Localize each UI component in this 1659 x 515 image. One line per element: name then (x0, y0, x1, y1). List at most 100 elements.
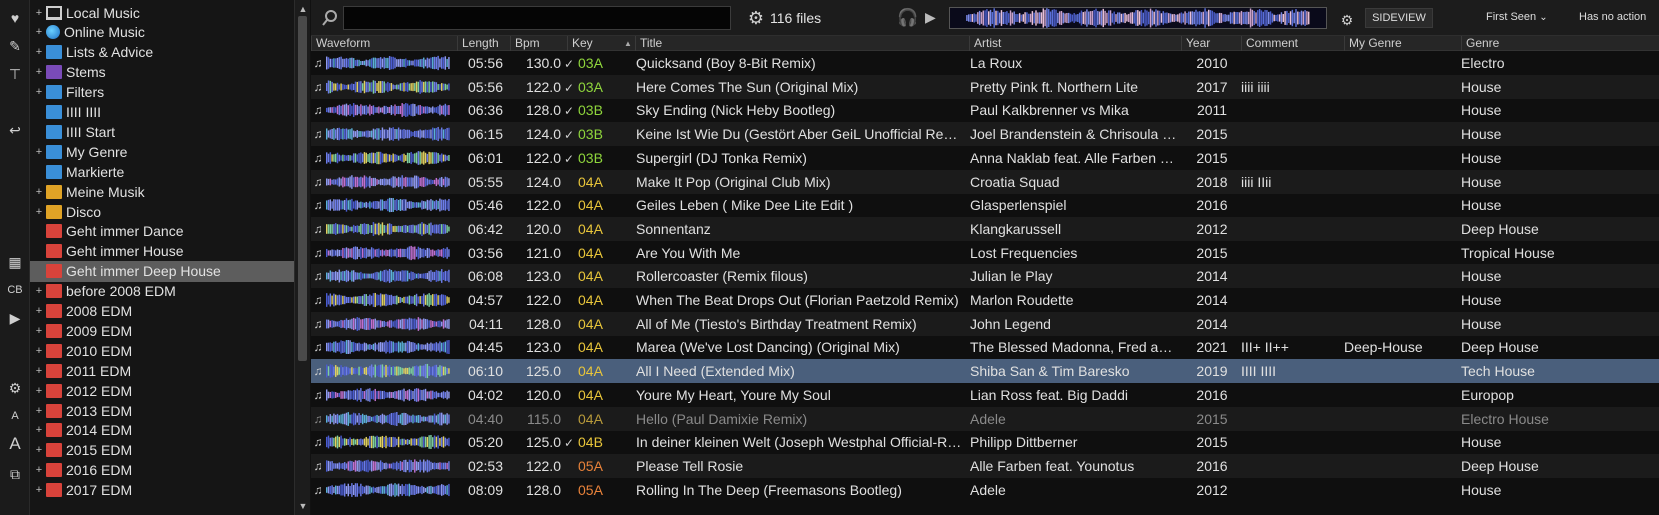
expand-icon[interactable]: + (34, 86, 44, 98)
tree-item[interactable]: + before 2008 EDM (30, 281, 294, 302)
prelisten-settings-icon[interactable]: ⚙ (1338, 11, 1356, 29)
tree-item[interactable]: +2010 EDM (30, 340, 294, 361)
expand-icon[interactable]: + (34, 146, 44, 158)
tree-item[interactable]: + Disco (30, 201, 294, 222)
tree-item[interactable]: Geht immer Dance (30, 221, 294, 242)
tree-item[interactable]: +2014 EDM (30, 420, 294, 441)
track-row[interactable]: ♫ 05:20 125.0 ✓ 04B In deiner kleinen Welt (J… (311, 430, 1659, 454)
track-row[interactable]: ♫ 04:57 122.0 04A When The Beat Drops Out (F… (311, 288, 1659, 312)
prelisten-waveform[interactable] (949, 7, 1327, 29)
tree-scrollbar[interactable]: ▲ ▼ (294, 0, 310, 515)
column-header[interactable]: Bpm (510, 36, 567, 51)
expand-icon[interactable]: + (34, 206, 44, 218)
expand-icon[interactable]: + (34, 405, 44, 417)
track-key: ✓ 03A (564, 75, 624, 99)
tree-item[interactable]: +2013 EDM (30, 400, 294, 421)
expand-icon[interactable]: + (34, 464, 44, 476)
column-header[interactable]: Year (1181, 36, 1241, 51)
tree-item[interactable]: + Local Music (30, 2, 294, 23)
track-row[interactable]: ♫ 04:40 115.0 04A Hello (Paul Damixie Remix)… (311, 406, 1659, 431)
expand-icon[interactable]: + (34, 26, 44, 38)
track-row[interactable]: ♫ 04:02 120.0 04A Youre My Heart, Youre My S… (311, 383, 1659, 407)
tree-item[interactable]: +2017 EDM (30, 480, 294, 501)
tree-item[interactable]: Markierte (30, 161, 294, 182)
track-bpm: 121.0 (525, 244, 561, 261)
tree-item[interactable]: + My Genre (30, 141, 294, 162)
track-row[interactable]: ♫ 03:56 121.0 04A Are You With Me Lost Freque… (311, 241, 1659, 265)
action-filter[interactable]: Has no action (1579, 11, 1646, 23)
track-row[interactable]: ♫ 05:56 130.0 ✓ 03A Quicksand (Boy 8-Bit Remi… (311, 51, 1659, 75)
tree-item[interactable]: +2012 EDM (30, 380, 294, 401)
expand-icon[interactable]: + (34, 285, 44, 297)
track-row[interactable]: ♫ 06:15 124.0 ✓ 03B Keine Ist Wie Du (Gestört… (311, 122, 1659, 147)
tree-item[interactable]: +2011 EDM (30, 360, 294, 381)
play-icon[interactable]: ▶ (3, 306, 27, 330)
browser-layout-icon[interactable]: ▦ (3, 250, 27, 274)
expand-icon[interactable]: + (34, 385, 44, 397)
track-row[interactable]: ♫ 05:55 124.0 04A Make It Pop (Original Club… (311, 169, 1659, 194)
tree-item[interactable]: + Lists & Advice (30, 42, 294, 63)
expand-icon[interactable]: + (34, 444, 44, 456)
add-favorite-icon[interactable]: ♥ (3, 6, 27, 30)
tree-item[interactable]: IIII Start (30, 121, 294, 142)
sort-dropdown[interactable]: First Seen ⌄ (1486, 11, 1548, 23)
back-icon[interactable]: ↩ (3, 118, 27, 142)
track-row[interactable]: ♫ 06:10 125.0 04A All I Need (Extended Mix) S… (311, 359, 1659, 384)
search-icon[interactable] (321, 9, 339, 27)
tree-item[interactable]: +2008 EDM (30, 301, 294, 322)
expand-icon[interactable]: + (34, 66, 44, 78)
track-row[interactable]: ♫ 06:36 128.0 ✓ 03B Sky Ending (Nick Heby Boo… (311, 98, 1659, 122)
track-row[interactable]: ♫ 02:53 122.0 05A Please Tell Rosie Alle Farb… (311, 453, 1659, 478)
edit-list-icon[interactable]: ✎ (3, 34, 27, 58)
expand-icon[interactable]: + (34, 305, 44, 317)
sideview-button[interactable]: SIDEVIEW (1365, 8, 1433, 28)
expand-icon[interactable]: + (34, 325, 44, 337)
column-header[interactable]: Genre (1461, 36, 1659, 51)
track-row[interactable]: ♫ 06:01 122.0 ✓ 03B Supergirl (DJ Tonka Remix… (311, 146, 1659, 170)
font-large-icon[interactable]: A (3, 432, 27, 456)
track-row[interactable]: ♫ 05:46 122.0 04A Geiles Leben ( Mike Dee Li… (311, 193, 1659, 217)
settings-icon[interactable]: ⚙ (3, 376, 27, 400)
column-header[interactable]: Waveform (311, 36, 457, 51)
prelisten-play-icon[interactable]: ▶ (925, 9, 936, 26)
expand-icon[interactable]: + (34, 7, 44, 19)
column-header[interactable]: Artist (969, 36, 1181, 51)
tree-item[interactable]: Geht immer Deep House (30, 260, 294, 282)
expand-icon[interactable]: + (34, 345, 44, 357)
expand-icon[interactable]: + (34, 365, 44, 377)
tree-item[interactable]: Geht immer House (30, 241, 294, 262)
detach-icon[interactable]: ⧉ (3, 462, 27, 486)
cb-button[interactable]: CB (3, 278, 27, 302)
tree-item[interactable]: + Filters (30, 82, 294, 103)
tree-item[interactable]: + Meine Musik (30, 181, 294, 202)
track-row[interactable]: ♫ 04:11 128.0 04A All of Me (Tiesto's Birthd… (311, 311, 1659, 336)
search-input[interactable] (343, 6, 731, 30)
scroll-up-icon[interactable]: ▲ (297, 3, 309, 15)
expand-icon[interactable]: + (34, 186, 44, 198)
tree-item[interactable]: +2016 EDM (30, 460, 294, 481)
tree-item[interactable]: + Stems (30, 62, 294, 83)
column-header[interactable]: Title (635, 36, 969, 51)
tree-item[interactable]: +2015 EDM (30, 440, 294, 461)
scrollbar-thumb[interactable] (298, 16, 307, 361)
expand-icon[interactable]: + (34, 424, 44, 436)
track-row[interactable]: ♫ 08:09 128.0 05A Rolling In The Deep (Freem… (311, 478, 1659, 502)
prelisten-icon[interactable]: 🎧 (897, 8, 918, 28)
tree-item[interactable]: +2009 EDM (30, 320, 294, 341)
expand-icon[interactable]: + (34, 46, 44, 58)
track-length: 06:36 (467, 102, 503, 119)
track-row[interactable]: ♫ 06:42 120.0 04A Sonnentanz Klangkarussell 20… (311, 216, 1659, 241)
track-row[interactable]: ♫ 05:56 122.0 ✓ 03A Here Comes The Sun (Origi… (311, 74, 1659, 99)
column-header[interactable]: Comment (1241, 36, 1344, 51)
expand-icon[interactable]: + (34, 484, 44, 496)
filter-add-icon[interactable]: ⊤ (3, 62, 27, 86)
scroll-down-icon[interactable]: ▼ (297, 500, 309, 512)
tree-item[interactable]: + Online Music (30, 22, 294, 43)
column-header[interactable]: Length (457, 36, 510, 51)
track-row[interactable]: ♫ 04:45 123.0 04A Marea (We've Lost Dancing)… (311, 335, 1659, 359)
track-row[interactable]: ♫ 06:08 123.0 04A Rollercoaster (Remix filou… (311, 264, 1659, 289)
search-settings-icon[interactable]: ⚙ (747, 9, 765, 27)
column-header[interactable]: My Genre (1344, 36, 1461, 51)
font-small-icon[interactable]: A (3, 404, 27, 428)
tree-item[interactable]: IIII IIII (30, 102, 294, 123)
